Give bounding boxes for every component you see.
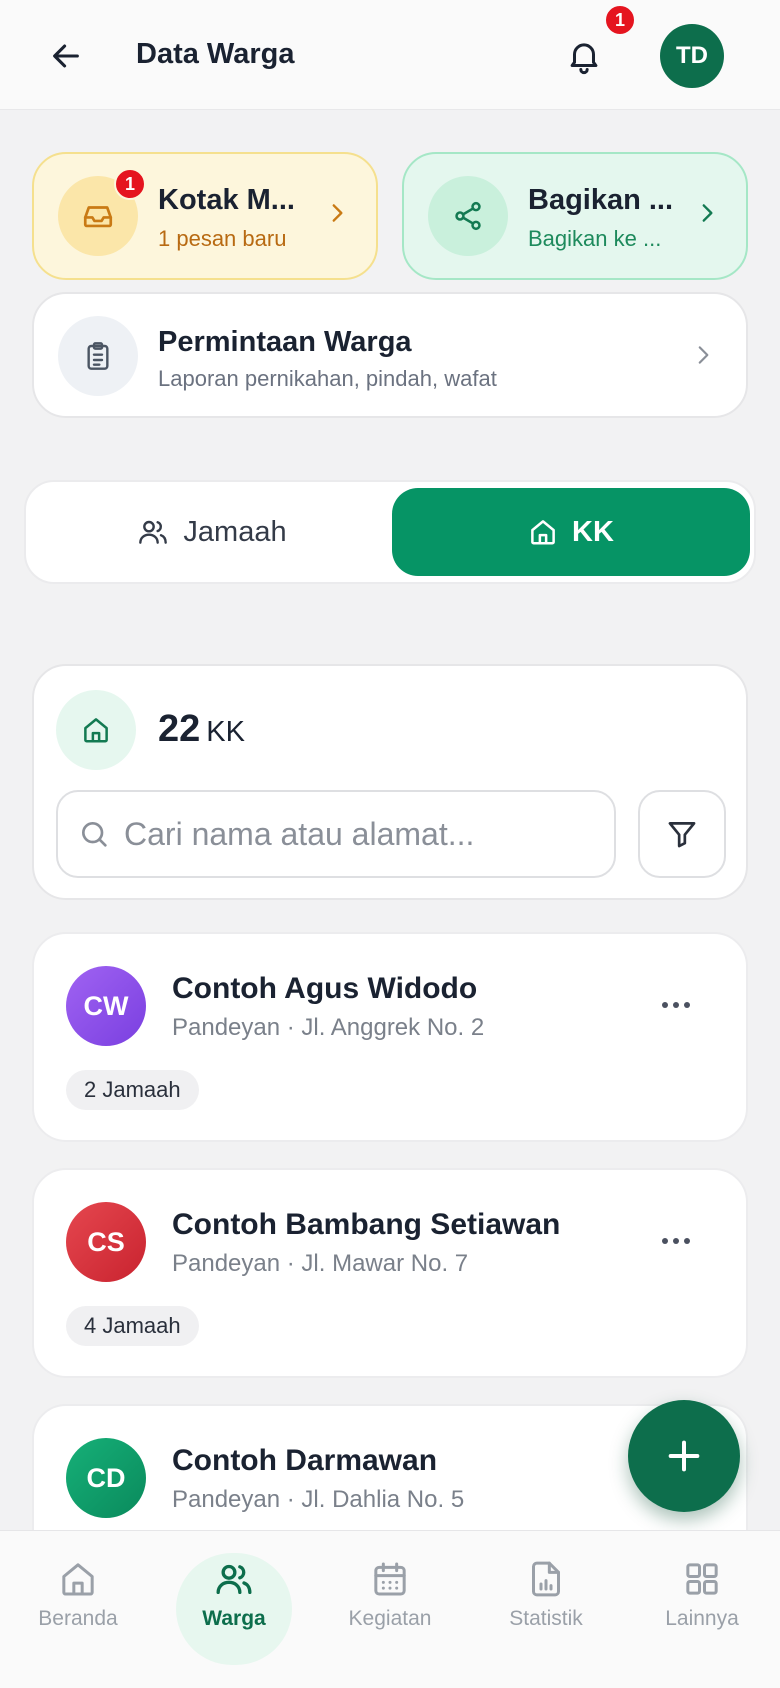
tab-jamaah-label: Jamaah [183,515,287,548]
user-avatar[interactable]: TD [660,24,724,88]
nav-label: Beranda [38,1607,118,1630]
home-icon [531,520,555,545]
share-card[interactable]: Bagikan ... Bagikan ke ... [402,152,748,280]
nav-item-lainnya[interactable]: Lainnya [642,1559,762,1659]
clipboard-icon [87,342,109,370]
bell-icon [570,43,598,75]
avatar: CS [66,1202,146,1282]
share-icon-circle [428,176,508,256]
nav-label: Kegiatan [348,1607,432,1630]
users-icon [139,520,168,544]
search-icon [82,822,107,847]
nav-item-warga[interactable]: Warga [174,1559,294,1659]
kk-count: 22 KK [158,708,245,751]
kk-name: Contoh Bambang Setiawan [172,1208,561,1241]
more-options-button[interactable] [656,990,696,1020]
avatar: CW [66,966,146,1046]
tab-jamaah[interactable]: Jamaah [34,488,390,576]
back-button[interactable] [46,36,86,76]
member-count-badge: 2 Jamaah [66,1070,199,1110]
inbox-card[interactable]: 1 Kotak M... 1 pesan baru [32,152,378,280]
segment-control: Jamaah KK [24,480,756,584]
list-item[interactable]: CS Contoh Bambang Setiawan Pandeyan · Jl… [32,1168,748,1378]
home-icon-circle [56,690,136,770]
share-icon [455,201,481,231]
resident-request-card[interactable]: Permintaan Warga Laporan pernikahan, pin… [32,292,748,418]
clipboard-icon-circle [58,316,138,396]
kk-address: Pandeyan · Jl. Mawar No. 7 [172,1250,469,1277]
more-horizontal-icon [662,1002,690,1008]
request-subtitle: Laporan pernikahan, pindah, wafat [158,366,497,391]
share-subtitle: Bagikan ke ... [528,226,662,251]
share-title: Bagikan ... [528,184,674,216]
calendar-icon [374,1562,406,1596]
page-title: Data Warga [136,38,295,70]
filter-icon [668,822,696,848]
member-count-badge: 4 Jamaah [66,1306,199,1346]
kk-summary-card: 22 KK [32,664,748,900]
kk-count-value: 22 [158,708,201,750]
notification-button[interactable] [562,34,606,78]
chevron-right-icon [688,340,718,370]
bottom-navigation: Beranda Warga Kegiatan Statistik Lainnya [0,1530,780,1688]
inbox-badge: 1 [114,168,146,200]
filter-button[interactable] [638,790,726,878]
tab-kk-label: KK [572,515,614,548]
inbox-subtitle: 1 pesan baru [158,226,287,251]
grid-icon [686,1563,718,1595]
search-input[interactable] [124,815,604,853]
users-icon [216,1564,252,1594]
nav-item-statistik[interactable]: Statistik [486,1559,606,1659]
tab-kk[interactable]: KK [392,488,750,576]
more-options-button[interactable] [656,1226,696,1256]
inbox-title: Kotak M... [158,184,295,216]
kk-name: Contoh Agus Widodo [172,972,478,1005]
home-icon [62,1563,94,1596]
nav-item-kegiatan[interactable]: Kegiatan [330,1559,450,1659]
home-icon [84,718,108,743]
arrow-left-icon [53,44,79,68]
kk-count-unit: KK [206,716,245,748]
plus-icon [668,1440,700,1472]
add-kk-button[interactable] [628,1400,740,1512]
kk-address: Pandeyan · Jl. Dahlia No. 5 [172,1486,465,1513]
nav-label: Lainnya [665,1607,739,1630]
search-box [56,790,616,878]
chevron-right-icon [692,198,722,228]
list-item[interactable]: CW Contoh Agus Widodo Pandeyan · Jl. Ang… [32,932,748,1142]
more-horizontal-icon [662,1238,690,1244]
request-title: Permintaan Warga [158,326,412,358]
kk-name: Contoh Darmawan [172,1444,438,1477]
nav-label: Warga [202,1607,266,1630]
nav-item-beranda[interactable]: Beranda [18,1559,138,1659]
chart-file-icon [532,1561,560,1597]
kk-address: Pandeyan · Jl. Anggrek No. 2 [172,1014,485,1041]
nav-label: Statistik [509,1607,583,1630]
app-header: Data Warga 1 TD [0,0,780,110]
avatar: CD [66,1438,146,1518]
chevron-right-icon [322,198,352,228]
notification-badge: 1 [604,4,636,36]
inbox-icon [83,206,113,228]
